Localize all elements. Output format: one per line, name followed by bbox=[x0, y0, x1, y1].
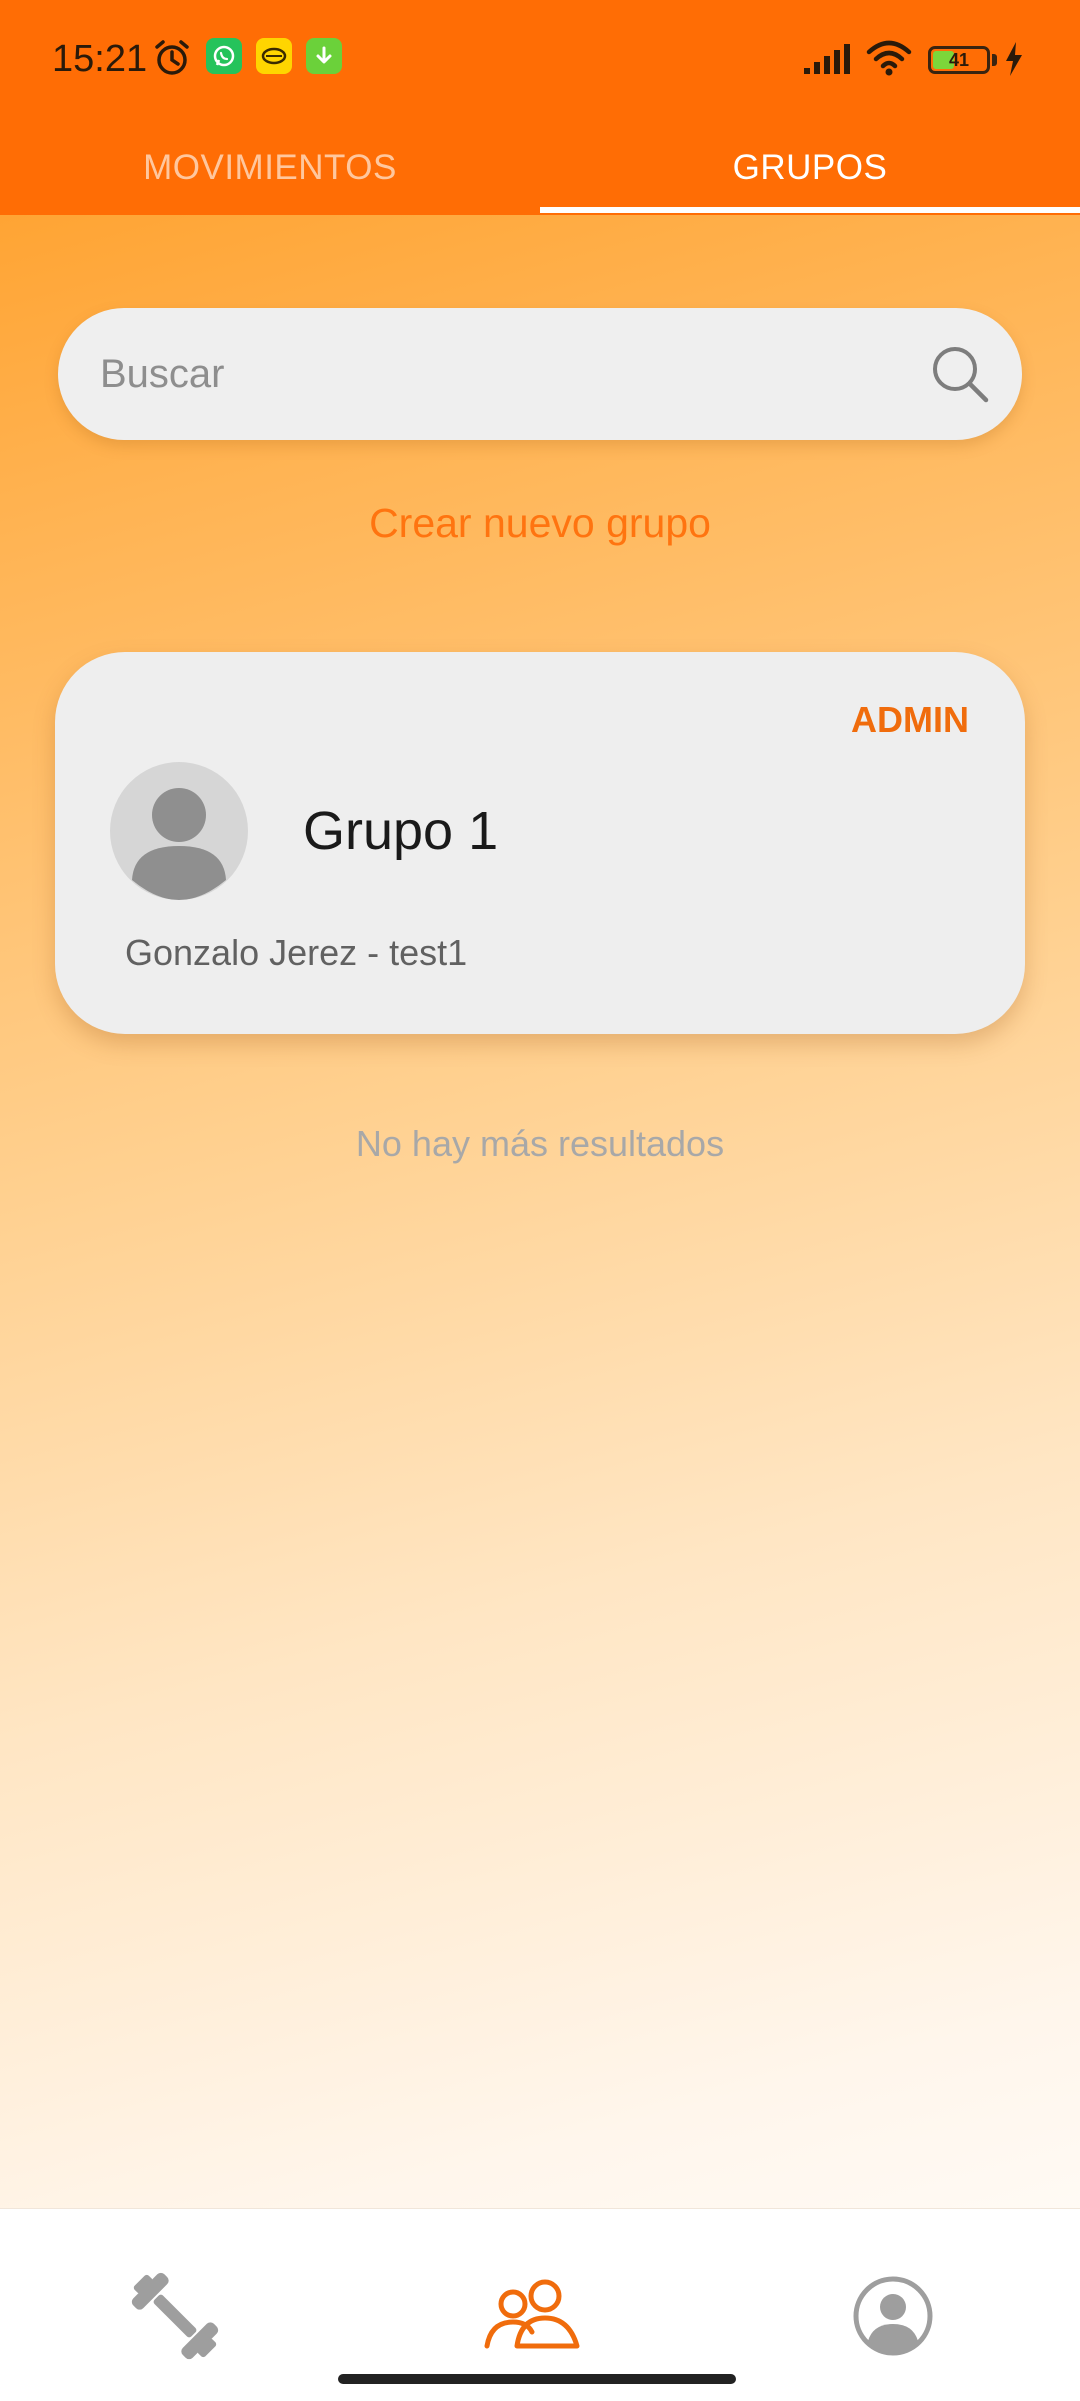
group-members: Gonzalo Jerez - test1 bbox=[125, 932, 468, 973]
admin-badge: ADMIN bbox=[851, 699, 969, 740]
tab-movimientos[interactable]: MOVIMIENTOS bbox=[0, 120, 540, 215]
home-indicator[interactable] bbox=[338, 2374, 736, 2384]
tab-indicator bbox=[540, 207, 1080, 213]
whatsapp-icon bbox=[206, 38, 242, 74]
groups-icon bbox=[484, 2279, 580, 2349]
search-bar bbox=[58, 308, 1022, 440]
lemon-icon bbox=[256, 38, 292, 74]
group-card[interactable]: ADMIN Grupo 1 Gonzalo Jerez - test1 bbox=[55, 652, 1025, 1034]
tab-bar: MOVIMIENTOS GRUPOS bbox=[0, 120, 1080, 215]
create-group-link[interactable]: Crear nuevo grupo bbox=[0, 500, 1080, 547]
download-icon bbox=[306, 38, 342, 74]
tab-grupos[interactable]: GRUPOS bbox=[540, 120, 1080, 215]
bottom-nav bbox=[0, 2208, 1080, 2401]
profile-icon bbox=[853, 2276, 933, 2356]
battery-icon: 41 bbox=[928, 46, 990, 74]
signal-icon bbox=[804, 44, 854, 79]
search-icon[interactable] bbox=[928, 342, 992, 411]
nav-groups[interactable] bbox=[478, 2261, 588, 2371]
battery-tip bbox=[992, 54, 997, 66]
battery-level: 41 bbox=[948, 49, 970, 70]
search-input[interactable] bbox=[100, 308, 920, 440]
wifi-icon bbox=[866, 40, 912, 81]
status-time: 15:21 bbox=[52, 38, 148, 80]
person-avatar-icon bbox=[110, 762, 248, 900]
dumbbell-icon bbox=[131, 2272, 219, 2360]
no-more-results: No hay más resultados bbox=[355, 1123, 725, 1164]
nav-profile[interactable] bbox=[838, 2261, 948, 2371]
header: 15:21 41 MOVIMIENTOS GRUPOS bbox=[0, 0, 1080, 215]
status-bar: 15:21 41 bbox=[0, 0, 1080, 120]
nav-workout[interactable] bbox=[120, 2261, 230, 2371]
group-name: Grupo 1 bbox=[303, 801, 499, 861]
charging-bolt-icon bbox=[1004, 42, 1024, 81]
alarm-icon bbox=[152, 38, 192, 78]
